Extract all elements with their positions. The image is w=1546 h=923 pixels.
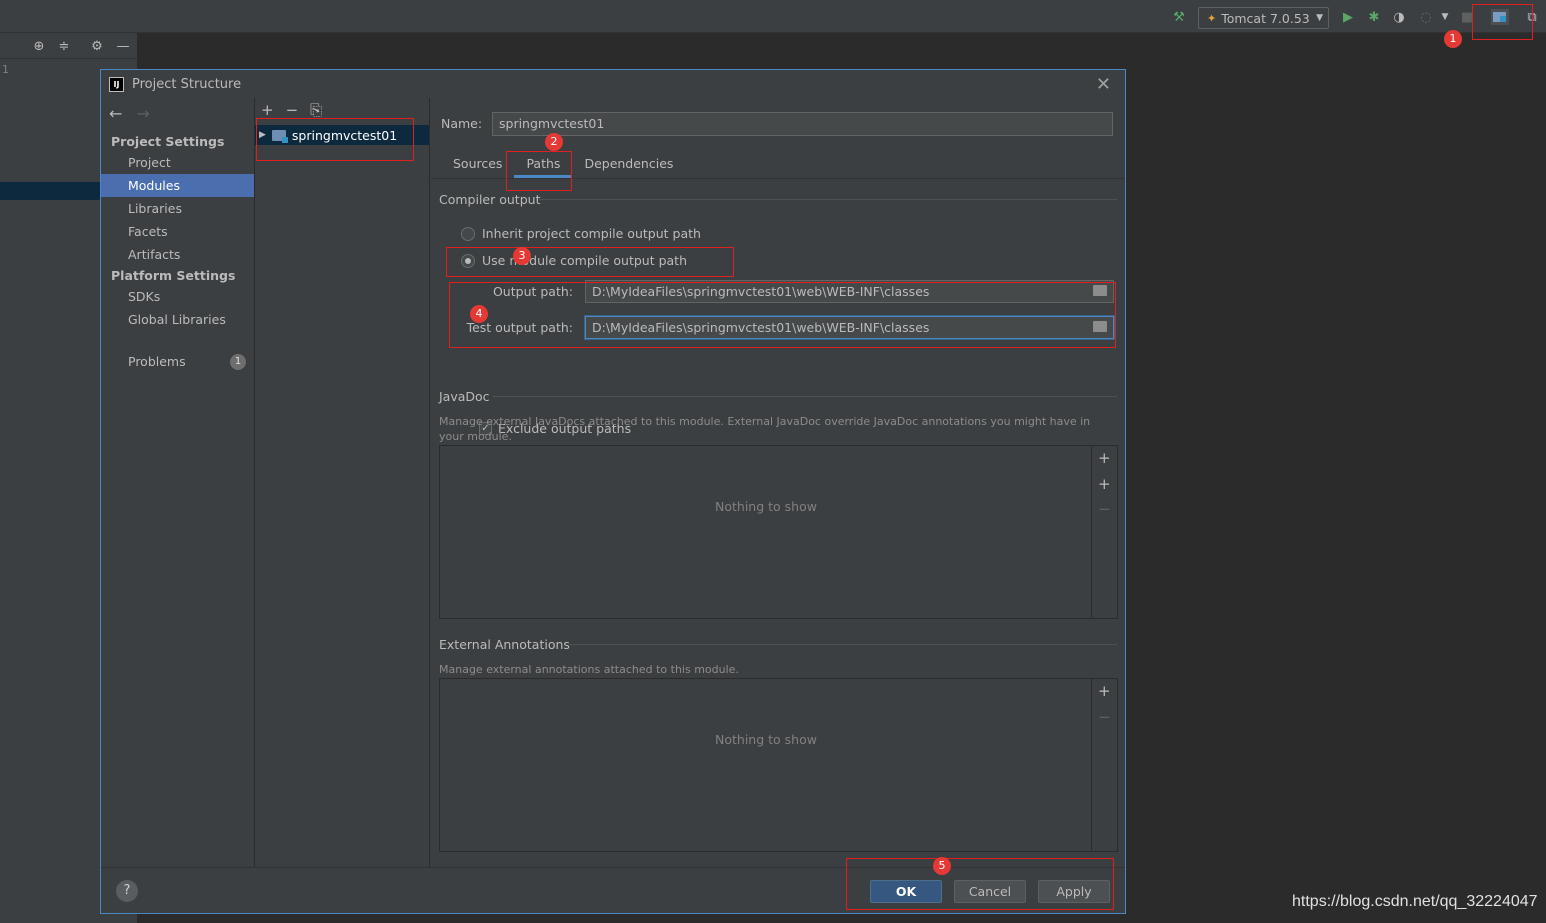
add-icon[interactable]: + [1098,682,1111,700]
add-icon[interactable]: + [261,101,274,119]
annotation-box-3 [446,247,734,277]
tomcat-icon: ✦ [1207,11,1217,25]
annotation-box-4 [449,282,1116,348]
nav-item-modules[interactable]: Modules [101,174,254,197]
minimize-icon[interactable]: — [115,38,131,54]
help-button[interactable]: ? [116,880,138,902]
collapse-icon[interactable]: ≑ [56,38,72,54]
watermark: https://blog.csdn.net/qq_32224047 [1292,893,1538,910]
annotation-badge-5: 5 [933,857,951,875]
external-annotations-list[interactable]: Nothing to show + − [439,678,1118,852]
javadoc-empty-text: Nothing to show [715,499,817,514]
back-arrow-icon[interactable]: ← [109,104,122,123]
remove-icon[interactable]: − [286,101,299,119]
project-structure-dialog: IJ Project Structure ✕ ← → Project Setti… [100,69,1126,914]
run-icon[interactable]: ▶ [1340,9,1356,25]
build-hammer-icon[interactable]: ⚒ [1171,9,1187,25]
add-url-icon[interactable]: + [1098,475,1111,493]
dialog-title: Project Structure [132,76,242,92]
forward-arrow-icon[interactable]: → [136,104,149,123]
annotation-box-2 [506,151,572,191]
external-annotations-list-toolbar: + − [1091,679,1117,851]
problems-count-badge: 1 [230,354,246,370]
platform-settings-header: Platform Settings [111,268,236,283]
gear-icon[interactable]: ⚙ [89,38,105,54]
group-divider [569,644,1117,645]
module-name-input[interactable]: springmvctest01 [492,112,1113,136]
run-config-label: Tomcat 7.0.53 [1221,10,1310,26]
tree-toolbar: + − ⎘ [261,101,322,119]
annotation-badge-3: 3 [513,247,531,265]
nav-item-sdks[interactable]: SDKs [101,285,254,308]
annotation-box-1 [1472,4,1533,40]
ide-toolbar: ⚒ ✦ Tomcat 7.0.53 ▼ ▶ ✱ ◑ ◌ ▼ ■ ⧉ [0,0,1546,33]
chevron-down-icon: ▼ [1316,13,1323,23]
javadoc-description: Manage external JavaDocs attached to thi… [439,415,1091,443]
modules-tree-panel: + − ⎘ ▶ springmvctest01 [255,98,430,867]
ide-project-panel-header: ⊕ ≑ ⚙ — [0,33,137,59]
debug-icon[interactable]: ✱ [1366,9,1382,25]
intellij-logo-icon: IJ [109,76,124,92]
group-divider [493,396,1117,397]
annotation-badge-4: 4 [470,305,488,323]
javadoc-list-toolbar: + + − [1091,446,1117,618]
nav-item-project[interactable]: Project [101,151,254,174]
group-divider [539,199,1117,200]
add-icon[interactable]: + [1098,449,1111,467]
annotation-badge-2: 2 [545,133,563,151]
close-icon[interactable]: ✕ [1096,74,1111,95]
coverage-icon[interactable]: ◑ [1391,9,1407,25]
nav-item-libraries[interactable]: Libraries [101,197,254,220]
dialog-titlebar: IJ Project Structure [101,70,1125,98]
external-annotations-empty-text: Nothing to show [715,732,817,747]
radio-button[interactable] [461,226,475,241]
name-label: Name: [441,116,483,131]
annotation-box-module [256,118,414,161]
radio-inherit-path[interactable]: Inherit project compile output path [461,226,701,241]
ide-tree-selection [0,182,100,200]
problems-label: Problems [128,354,186,369]
nav-item-facets[interactable]: Facets [101,220,254,243]
javadoc-list[interactable]: Nothing to show + + − [439,445,1118,619]
annotation-box-5 [846,858,1114,910]
nav-item-problems[interactable]: Problems 1 [101,350,254,373]
line-number: 1 [2,63,9,76]
external-annotations-description: Manage external annotations attached to … [439,663,739,676]
locate-icon[interactable]: ⊕ [31,38,47,54]
javadoc-title: JavaDoc [439,389,490,404]
nav-history: ← → [109,104,150,123]
run-config-dropdown[interactable]: ✦ Tomcat 7.0.53 ▼ [1198,7,1329,29]
nav-item-global-libraries[interactable]: Global Libraries [101,308,254,331]
remove-icon[interactable]: − [1098,708,1111,726]
compiler-output-title: Compiler output [439,192,541,207]
module-settings-panel: Name: springmvctest01 Sources Paths Depe… [431,98,1125,867]
annotation-badge-1: 1 [1444,30,1462,48]
copy-icon[interactable]: ⎘ [310,101,322,119]
tab-sources[interactable]: Sources [441,154,514,178]
remove-icon[interactable]: − [1098,500,1111,518]
radio-inherit-label: Inherit project compile output path [482,226,701,241]
profile-icon[interactable]: ◌ [1418,9,1434,25]
tab-dependencies[interactable]: Dependencies [572,154,685,178]
settings-nav: ← → Project Settings Project Modules Lib… [101,98,255,867]
profile-dropdown-icon[interactable]: ▼ [1437,9,1453,25]
nav-item-artifacts[interactable]: Artifacts [101,243,254,266]
project-settings-header: Project Settings [111,134,225,149]
external-annotations-title: External Annotations [439,637,570,652]
